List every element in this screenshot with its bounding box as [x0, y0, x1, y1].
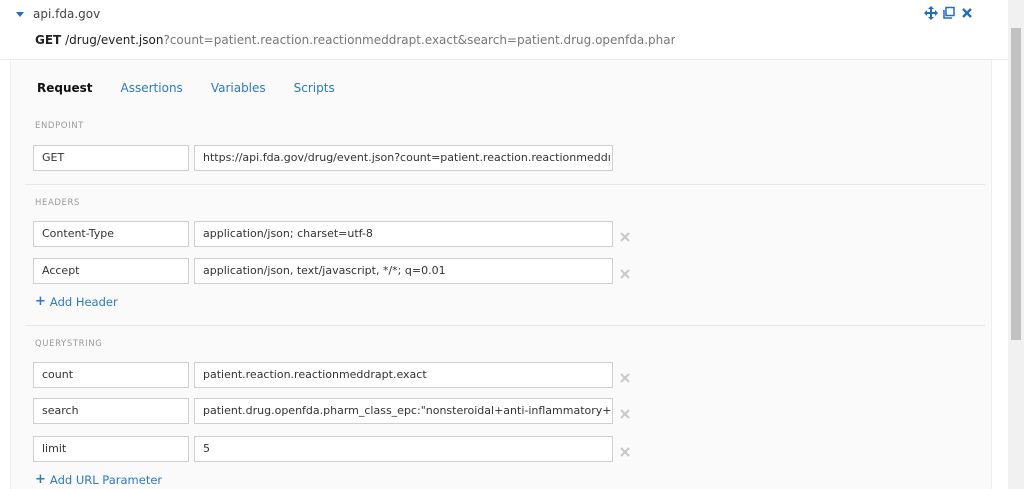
remove-param-icon[interactable]: [619, 369, 631, 383]
scrollbar-thumb[interactable]: [1011, 28, 1021, 340]
plus-icon: +: [35, 472, 46, 487]
query-value-input[interactable]: 5: [194, 436, 613, 462]
query-key-input[interactable]: limit: [33, 436, 189, 462]
request-summary-bar: api.fda.gov GET /drug/event.json?count=p…: [0, 0, 1008, 60]
endpoint-method-select[interactable]: GET: [33, 145, 189, 171]
close-icon[interactable]: [960, 5, 974, 19]
tab-scripts[interactable]: Scripts: [294, 81, 335, 95]
remove-header-icon[interactable]: [619, 228, 631, 242]
add-header-label: Add Header: [49, 294, 118, 309]
query-key-input[interactable]: count: [33, 362, 189, 388]
header-key-input[interactable]: Accept: [33, 258, 189, 284]
header-value-input[interactable]: application/json; charset=utf-8: [194, 221, 613, 247]
remove-param-icon[interactable]: [619, 443, 631, 457]
endpoint-url-input[interactable]: https://api.fda.gov/drug/event.json?coun…: [194, 145, 613, 171]
section-divider: [25, 325, 985, 326]
add-url-parameter-button[interactable]: + Add URL Parameter: [35, 472, 162, 487]
plus-icon: +: [35, 294, 46, 309]
add-header-button[interactable]: + Add Header: [35, 294, 118, 309]
tab-variables[interactable]: Variables: [211, 81, 266, 95]
section-divider: [25, 184, 985, 185]
query-key-input[interactable]: search: [33, 398, 189, 424]
request-path: /drug/event.json: [65, 33, 164, 47]
header-key-input[interactable]: Content-Type: [33, 221, 189, 247]
host-label: api.fda.gov: [33, 7, 101, 21]
request-method: GET: [35, 33, 62, 47]
add-url-parameter-label: Add URL Parameter: [49, 472, 163, 487]
query-value-input[interactable]: patient.drug.openfda.pharm_class_epc:"no…: [194, 398, 613, 424]
headers-section-label: HEADERS: [35, 198, 80, 208]
tab-assertions[interactable]: Assertions: [121, 81, 183, 95]
query-value-input[interactable]: patient.reaction.reactionmeddrapt.exact: [194, 362, 613, 388]
copy-icon[interactable]: [942, 5, 956, 19]
remove-header-icon[interactable]: [619, 265, 631, 279]
request-editor-panel: Request Assertions Variables Scripts END…: [10, 60, 992, 489]
host-row[interactable]: api.fda.gov: [16, 7, 100, 21]
collapse-caret-icon[interactable]: [16, 12, 24, 17]
header-value-input[interactable]: application/json, text/javascript, */*; …: [194, 258, 613, 284]
vertical-scrollbar[interactable]: [1008, 0, 1024, 489]
remove-param-icon[interactable]: [619, 405, 631, 419]
endpoint-section-label: ENDPOINT: [35, 121, 84, 131]
request-line: GET /drug/event.json?count=patient.react…: [35, 33, 675, 47]
move-icon[interactable]: [924, 5, 938, 20]
top-actions: [924, 5, 974, 20]
tab-request[interactable]: Request: [37, 81, 93, 95]
querystring-section-label: QUERYSTRING: [35, 339, 103, 349]
editor-tabs: Request Assertions Variables Scripts: [37, 81, 363, 95]
request-query: ?count=patient.reaction.reactionmeddrapt…: [163, 33, 675, 47]
